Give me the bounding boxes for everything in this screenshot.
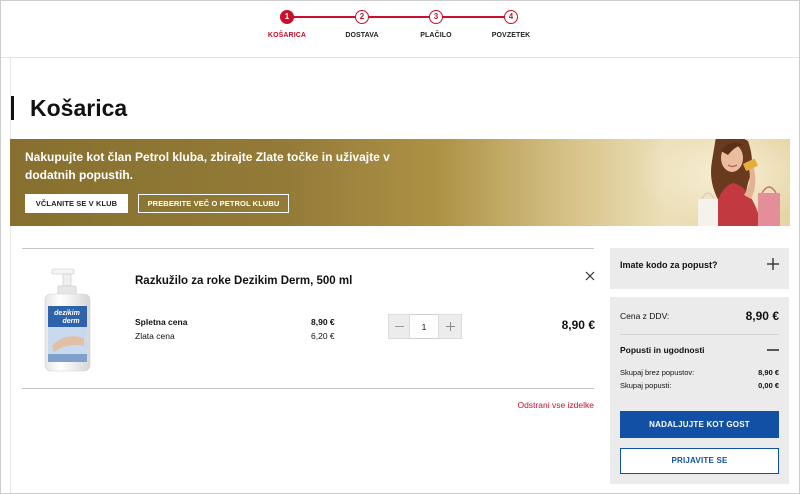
remove-all-items-link[interactable]: Odstrani vse izdelke [517,400,594,411]
step-label: PLAČILO [420,32,452,39]
continue-as-guest-button[interactable]: NADALJUJTE KOT GOST [620,411,779,438]
plus-icon [445,322,455,331]
quantity-stepper [388,314,462,339]
step-delivery[interactable]: 2 DOSTAVA [322,10,402,40]
total-without-discounts-label: Skupaj brez popustov: [620,368,695,377]
cart-list-bottom-divider [22,388,594,389]
discount-code-label: Imate kodo za popust? [620,260,718,270]
total-without-discounts-value: 8,90 € [758,368,779,377]
page-title: Košarica [30,95,128,121]
price-with-vat-value: 8,90 € [745,309,779,323]
content-left-border [10,58,11,494]
step-number: 4 [504,10,518,24]
product-name-link[interactable]: Razkužilo za roke Dezikim Derm, 500 ml [135,273,352,289]
remove-item-close-icon[interactable] [585,271,595,281]
step-summary[interactable]: 4 POVZETEK [471,10,551,40]
quantity-input[interactable] [410,314,438,339]
collapse-minus-icon[interactable] [767,349,779,351]
quantity-decrease-button[interactable] [388,314,410,339]
checkout-header: 1 KOŠARICA 2 DOSTAVA 3 PLAČILO 4 POVZETE… [0,0,800,58]
read-more-club-button[interactable]: PREBERITE VEČ O PETROL KLUBU [138,194,289,213]
web-price-label: Spletna cena [135,317,188,327]
product-image[interactable]: dezikim derm [40,268,95,372]
order-summary-box: Cena z DDV: 8,90 € Popusti in ugodnosti … [610,297,789,484]
petrol-club-banner: Nakupujte kot član Petrol kluba, zbirajt… [10,139,790,226]
discounts-section-label: Popusti in ugodnosti [620,345,705,355]
gold-price-value: 6,20 € [311,331,335,341]
minus-icon [394,326,404,327]
price-with-vat-label: Cena z DDV: [620,311,670,321]
step-label: POVZETEK [491,32,531,39]
login-button[interactable]: PRIJAVITE SE [620,448,779,474]
summary-divider [620,334,779,335]
discount-code-toggle[interactable]: Imate kodo za popust? [610,248,789,289]
quantity-increase-button[interactable] [438,314,462,339]
expand-plus-icon [767,258,779,270]
cart-list-top-divider [22,248,594,249]
step-cart[interactable]: 1 KOŠARICA [247,10,327,40]
item-total-price: 8,90 € [561,318,595,332]
step-label: KOŠARICA [267,32,307,39]
product-image-brand-text: derm [62,318,79,325]
join-club-button[interactable]: VČLANITE SE V KLUB [25,194,128,213]
product-image-brand-text: dezikim [54,310,80,317]
step-number: 3 [429,10,443,24]
woman-shopping-image [638,139,790,226]
banner-text: Nakupujte kot član Petrol kluba, zbirajt… [25,150,390,182]
step-payment[interactable]: 3 PLAČILO [396,10,476,40]
total-discounts-value: 0,00 € [758,381,779,390]
web-price-value: 8,90 € [311,317,335,327]
gold-price-label: Zlata cena [135,331,175,341]
step-number: 1 [280,10,294,24]
total-discounts-label: Skupaj popusti: [620,381,672,390]
title-accent-bar [11,96,14,120]
step-number: 2 [355,10,369,24]
step-label: DOSTAVA [345,32,379,39]
